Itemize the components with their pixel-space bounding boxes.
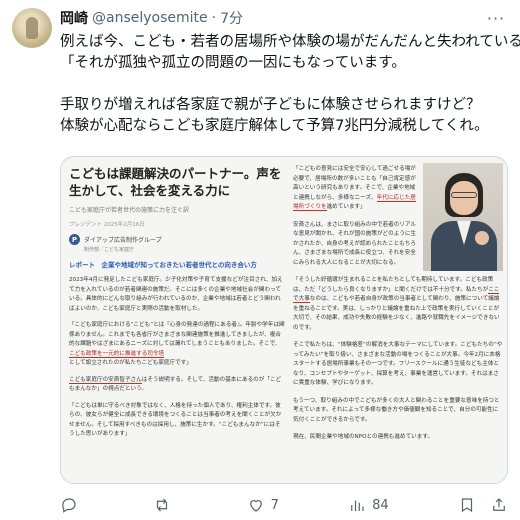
reply-button[interactable] (60, 496, 84, 514)
bookmark-icon[interactable] (458, 496, 476, 514)
separator-dot: · (211, 10, 217, 26)
article-publisher: P ダイアップ広告制作グループ (69, 234, 285, 245)
article-screenshot: こどもは課題解決のパートナー。声を生かして、社会を変える力に こども家庭庁が若者… (61, 157, 507, 483)
avatar-figure (26, 17, 38, 39)
report-label: レポート 企業や地域が知っておきたい若者世代との向き合い方 (69, 261, 257, 269)
portrait-photo (423, 163, 503, 271)
author-handle[interactable]: @anselyosemite (92, 10, 208, 26)
publisher-logo: P (69, 234, 80, 245)
bookmark-share-group (458, 496, 508, 514)
reply-icon (62, 498, 76, 513)
article-paragraph: 「こどもの意見には安全で安心して過ごせる場が必要で、居場所の数が多いことも「自己… (293, 165, 419, 213)
retweet-button[interactable] (153, 496, 177, 514)
article-paragraph: そこで私たちは、“体験格差”の解消を大事なテーマにしています。こどもたちの”やっ… (293, 342, 503, 386)
retweet-icon (157, 498, 168, 512)
tweet-line: 体験が心配ならこども家庭庁解体して予算7兆円分減税してくれ。 (60, 118, 489, 134)
views-icon (351, 500, 364, 511)
article-paragraph: 「そうした好循環が生まれることを私たちとしても期待しています。こども政策は、ただ… (293, 276, 503, 333)
tweet-line: 「それが孤独や孤立の問題の一因にもなっています。 (60, 55, 406, 71)
article-paragraph: 安斎さんは、まさに取り組みの中で若者のリアルな意見が聞かれ、それが国の施策がどの… (293, 221, 417, 266)
tweet-text: 例えば今、こども・若者の居場所や体験の場がだんだんと失われている。 「それが孤独… (60, 32, 520, 137)
article-left-column: こどもは課題解決のパートナー。声を生かして、社会を変える力に こども家庭庁が若者… (69, 165, 285, 440)
para-text: 「こども家庭庁における“こども”とは『心身の発達の過程にある者』。年齢や学年は関… (69, 322, 285, 347)
publisher-name: ダイアップ広告制作グループ (84, 237, 162, 244)
para-text: なのは、こどもや若者自身が政策の当事者として関わり、施策について議論を重ねること… (293, 296, 500, 331)
article-paragraph: 「こどもは単に守るべき対象ではなく、人格を持った個人であり、権利主体です。彼らの… (69, 402, 282, 438)
para-text: 進めています」 (326, 204, 366, 210)
timestamp[interactable]: 7分 (220, 8, 243, 28)
action-bar: 7 84 (60, 494, 508, 516)
underlined-text: こども家庭庁の安斎智子さん (69, 376, 142, 384)
attached-image[interactable]: こどもは課題解決のパートナー。声を生かして、社会を変える力に こども家庭庁が若者… (60, 156, 508, 484)
article-title: こどもは課題解決のパートナー。声を生かして、社会を変える力に (69, 166, 282, 198)
like-count: 7 (270, 497, 279, 513)
article-paragraph: 「こども家庭庁における“こども”とは『心身の発達の過程にある者』。年齢や学年は関… (69, 321, 285, 369)
underlined-text: こども政策を一元的に推進する司令塔 (69, 350, 165, 358)
author-name[interactable]: 岡崎 (60, 8, 88, 28)
like-button[interactable]: 7 (247, 496, 279, 514)
tweet: 岡崎 @anselyosemite · 7分 ··· 例えば今、こども・若者の居… (0, 0, 520, 520)
views-count: 84 (372, 497, 389, 513)
tweet-header: 岡崎 @anselyosemite · 7分 (60, 8, 243, 28)
views-button[interactable]: 84 (348, 496, 389, 514)
article-subtitle: こども家庭庁が若者世代の施策に力を注ぐ訳 (69, 207, 190, 214)
share-icon[interactable] (490, 496, 508, 514)
tweet-line: 手取りが増えれば各家庭で親が子どもに体験させられますけど？ (60, 97, 481, 113)
publisher-dept: 制作部／こども家庭庁 (84, 247, 135, 253)
article-paragraph: もう一つ、取り組みの中でこどもが多くの大人と関わることを重要な意味を持つと考えて… (293, 397, 500, 423)
article-paragraph: こども家庭庁の安斎智子さんはそう説明する。そして、活動の基本にあるのが「こどもま… (69, 376, 285, 395)
heart-icon (249, 500, 262, 512)
article-paragraph: 現在、民間企業や地域のNPOとの連携も進めています。 (293, 434, 434, 440)
article-date: プレジデント 2025年2月16日 (69, 222, 145, 228)
article-paragraph: 2023年4月に発足したこども家庭庁。少子化対策や子育て支援などが注目され、加え… (69, 277, 283, 312)
para-text: 「そうした好循環が生まれることを私たちとしても期待しています。こども政策は、ただ… (293, 277, 494, 293)
para-text: として設立されたのが私たちこども家庭庁です」 (69, 360, 192, 366)
avatar[interactable] (12, 8, 52, 48)
more-dots-icon[interactable]: ··· (484, 8, 508, 28)
tweet-line: 例えば今、こども・若者の居場所や体験の場がだんだんと失われている。 (60, 34, 520, 50)
